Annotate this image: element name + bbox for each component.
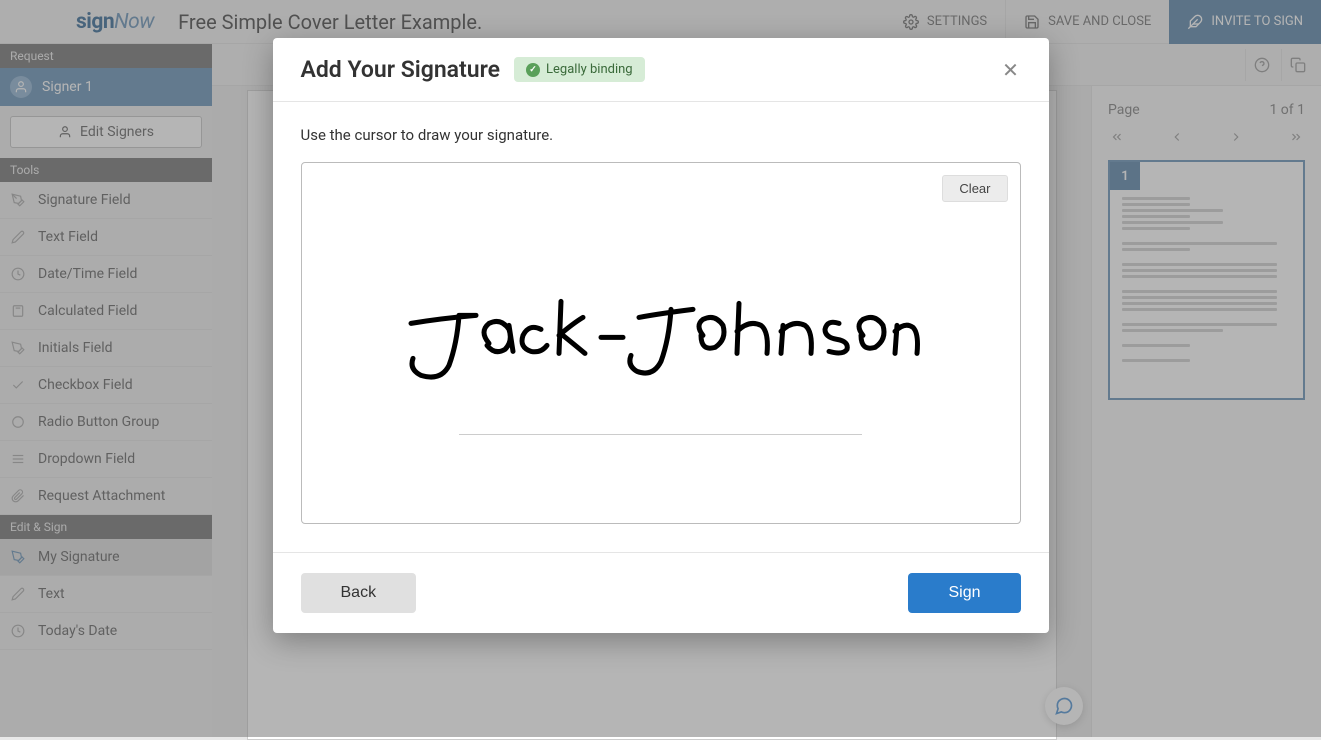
modal-footer: Back Sign (273, 552, 1049, 633)
shield-check-icon: ✓ (526, 63, 540, 77)
sign-button[interactable]: Sign (908, 573, 1020, 613)
add-signature-modal: Add Your Signature ✓ Legally binding ✕ U… (273, 38, 1049, 633)
close-icon[interactable]: ✕ (1001, 60, 1021, 80)
signature-pad[interactable]: Clear (301, 162, 1021, 524)
badge-label: Legally binding (546, 62, 633, 77)
back-button[interactable]: Back (301, 573, 417, 613)
modal-overlay: Add Your Signature ✓ Legally binding ✕ U… (0, 0, 1321, 737)
modal-header: Add Your Signature ✓ Legally binding ✕ (273, 38, 1049, 102)
clear-signature-button[interactable]: Clear (942, 175, 1007, 202)
signature-baseline (459, 434, 861, 435)
signature-instruction: Use the cursor to draw your signature. (301, 126, 1021, 144)
modal-title: Add Your Signature (301, 56, 501, 83)
legally-binding-badge: ✓ Legally binding (514, 57, 645, 82)
signature-drawing (401, 273, 921, 393)
modal-body: Use the cursor to draw your signature. C… (273, 102, 1049, 552)
